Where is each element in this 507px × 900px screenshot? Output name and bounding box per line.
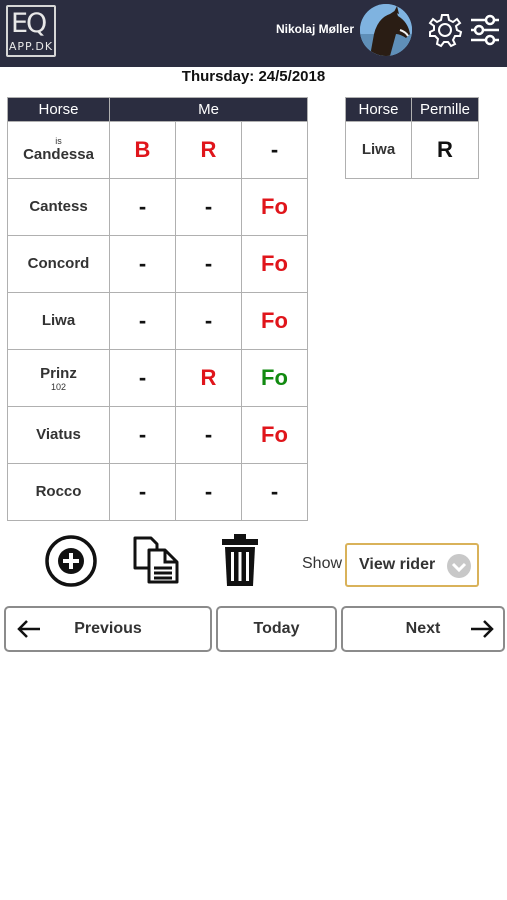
table-row[interactable]: Concord - - Fo xyxy=(7,235,308,293)
column-header-horse: Horse xyxy=(7,97,110,122)
horse-avatar-icon[interactable] xyxy=(360,4,412,56)
table-row[interactable]: Liwa R xyxy=(345,121,479,179)
previous-label: Previous xyxy=(74,620,142,637)
previous-button[interactable]: Previous xyxy=(4,606,212,652)
activity-cell[interactable]: - xyxy=(109,235,176,293)
horse-name-cell[interactable]: Concord xyxy=(7,235,110,293)
activity-cell[interactable]: Fo xyxy=(241,235,308,293)
trash-icon[interactable] xyxy=(220,532,260,588)
top-bar: EQ APP.DK Nikolaj Møller xyxy=(0,0,507,67)
horse-name: Concord xyxy=(27,255,90,272)
copy-documents-icon[interactable] xyxy=(131,534,181,586)
activity-cell[interactable]: - xyxy=(109,406,176,464)
horse-name: Cantess xyxy=(29,198,88,215)
column-header-rider: Pernille xyxy=(411,97,479,122)
horse-name: Prinz xyxy=(40,364,77,382)
column-header-me: Me xyxy=(109,97,308,122)
show-label: Show xyxy=(302,555,343,572)
activity-cell[interactable]: - xyxy=(175,235,242,293)
view-select[interactable]: View rider xyxy=(345,543,479,587)
logo-text: APP.DK xyxy=(8,40,54,53)
view-select-value: View rider xyxy=(359,556,436,573)
date-label: Thursday: 24/5/2018 xyxy=(181,68,326,85)
gear-icon[interactable] xyxy=(427,12,463,48)
activity-cell[interactable]: Fo xyxy=(241,349,308,407)
horse-name-cell[interactable]: Viatus xyxy=(7,406,110,464)
activity-cell[interactable]: B xyxy=(109,121,176,179)
schedule-table: Horse Me is Candessa B R - Cantess - - Fo Concord… xyxy=(7,97,308,521)
horse-name-cell[interactable]: is Candessa xyxy=(7,121,110,179)
today-label: Today xyxy=(253,620,300,637)
logo-mark: EQ xyxy=(11,8,47,39)
horse-name: Viatus xyxy=(36,426,81,443)
next-button[interactable]: Next xyxy=(341,606,505,652)
user-name[interactable]: Nikolaj Møller xyxy=(276,22,354,36)
today-button[interactable]: Today xyxy=(216,606,337,652)
plus-circle-icon[interactable] xyxy=(44,534,98,588)
avatar-image xyxy=(360,4,412,56)
horse-name-cell[interactable]: Cantess xyxy=(7,178,110,236)
app-logo[interactable]: EQ APP.DK xyxy=(6,5,56,57)
horse-name-cell[interactable]: Rocco xyxy=(7,463,110,521)
activity-cell[interactable]: R xyxy=(411,121,479,179)
table-row[interactable]: Rocco - - - xyxy=(7,463,308,521)
horse-prefix: is xyxy=(55,135,62,146)
arrow-right-icon xyxy=(469,619,495,639)
horse-name: Rocco xyxy=(35,483,82,500)
activity-cell[interactable]: - xyxy=(175,406,242,464)
activity-cell[interactable]: Fo xyxy=(241,178,308,236)
table-row[interactable]: is Candessa B R - xyxy=(7,121,308,179)
activity-cell[interactable]: - xyxy=(175,178,242,236)
activity-cell[interactable]: R xyxy=(175,349,242,407)
activity-cell[interactable]: - xyxy=(241,121,308,179)
table-row[interactable]: Cantess - - Fo xyxy=(7,178,308,236)
activity-cell[interactable]: - xyxy=(241,463,308,521)
horse-name-cell[interactable]: Liwa xyxy=(345,121,412,179)
column-header-horse: Horse xyxy=(345,97,412,122)
activity-cell[interactable]: - xyxy=(109,349,176,407)
activity-cell[interactable]: - xyxy=(109,178,176,236)
horse-name: Liwa xyxy=(41,312,76,329)
activity-cell[interactable]: Fo xyxy=(241,292,308,350)
rider-table: Horse Pernille Liwa R xyxy=(345,97,479,179)
activity-cell[interactable]: - xyxy=(175,463,242,521)
horse-name: Candessa xyxy=(23,145,94,163)
horse-name-cell[interactable]: Liwa xyxy=(7,292,110,350)
activity-cell[interactable]: Fo xyxy=(241,406,308,464)
horse-name-cell[interactable]: Prinz 102 xyxy=(7,349,110,407)
chevron-down-icon xyxy=(447,554,471,578)
activity-cell[interactable]: R xyxy=(175,121,242,179)
table-row[interactable]: Viatus - - Fo xyxy=(7,406,308,464)
activity-cell[interactable]: - xyxy=(175,292,242,350)
activity-cell[interactable]: - xyxy=(109,463,176,521)
activity-cell[interactable]: - xyxy=(109,292,176,350)
table-row[interactable]: Prinz 102- R Fo xyxy=(7,349,308,407)
horse-suffix: 102 xyxy=(50,381,67,392)
sliders-icon[interactable] xyxy=(469,12,501,48)
table-row[interactable]: Liwa - - Fo xyxy=(7,292,308,350)
